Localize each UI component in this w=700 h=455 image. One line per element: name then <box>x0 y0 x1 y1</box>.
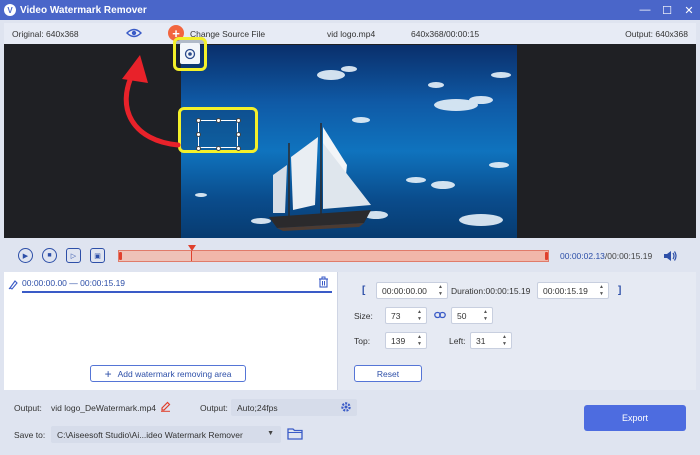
top-label: Top: <box>354 336 371 346</box>
left-value: 31 <box>476 335 486 346</box>
link-icon[interactable] <box>434 310 446 322</box>
height-field[interactable]: 50 ▲ ▼ <box>451 307 493 324</box>
start-time-value: 00:00:00.00 <box>382 285 427 296</box>
output-format-field[interactable]: Auto;24fps <box>231 399 357 416</box>
resize-handle[interactable] <box>236 118 241 123</box>
width-field[interactable]: 73 ▲ ▼ <box>385 307 427 324</box>
file-meta: 640x368/00:00:15 <box>411 28 480 39</box>
set-start-button[interactable]: [ <box>362 285 365 296</box>
stop-icon[interactable]: ■ <box>42 248 57 263</box>
output-format-value: Auto;24fps <box>237 402 278 413</box>
maximize-icon[interactable]: ☐ <box>656 0 678 20</box>
end-time-value: 00:00:15.19 <box>543 285 588 296</box>
start-time-field[interactable]: 00:00:00.00 ▲ ▼ <box>376 282 448 299</box>
output-label: Output: <box>14 403 42 413</box>
resize-handle[interactable] <box>216 118 221 123</box>
gear-icon[interactable] <box>340 401 352 415</box>
resize-handle[interactable] <box>216 146 221 151</box>
playback-controls: ▶ ■ ▷ ▣ 00:00:02.13/00:00:15.19 <box>4 240 696 272</box>
title-bar: V Video Watermark Remover — ☐ ✕ <box>0 0 700 20</box>
loop-icon[interactable]: ▣ <box>90 248 105 263</box>
save-path-value: C:\Aiseesoft Studio\Ai...ideo Watermark … <box>57 429 243 440</box>
brush-icon <box>8 279 19 292</box>
red-arrow-annotation <box>122 55 181 148</box>
stepper-icon[interactable]: ▲ ▼ <box>502 334 509 347</box>
timeline-track[interactable] <box>118 245 549 262</box>
save-path-select[interactable]: C:\Aiseesoft Studio\Ai...ideo Watermark … <box>51 426 281 443</box>
watermark-selection-box[interactable] <box>196 118 241 151</box>
play-icon[interactable]: ▶ <box>18 248 33 263</box>
width-value: 73 <box>391 310 401 321</box>
end-time-field[interactable]: 00:00:15.19 ▲ ▼ <box>537 282 609 299</box>
edit-icon[interactable] <box>160 401 171 414</box>
chevron-down-icon[interactable]: ▼ <box>267 430 274 437</box>
add-watermark-area-button[interactable]: + Add watermark removing area <box>90 365 246 382</box>
size-label: Size: <box>354 311 373 321</box>
list-item[interactable]: 00:00:00.00 — 00:00:15.19 <box>4 272 338 296</box>
end-handle[interactable] <box>545 252 548 260</box>
next-frame-icon[interactable]: ▷ <box>66 248 81 263</box>
resize-handle[interactable] <box>196 118 201 123</box>
resize-handle[interactable] <box>236 132 241 137</box>
add-area-label: Add watermark removing area <box>117 368 232 379</box>
current-time: 00:00:02.13 <box>560 251 605 261</box>
resize-handle[interactable] <box>196 132 201 137</box>
window-title: Video Watermark Remover <box>20 4 147 16</box>
set-end-button[interactable]: ] <box>618 285 621 296</box>
segment-list-panel: 00:00:00.00 — 00:00:15.19 + Add watermar… <box>4 272 338 390</box>
preview-info-bar: Original: 640x368 + Change Source File v… <box>4 23 696 44</box>
stepper-icon[interactable]: ▲ ▼ <box>599 284 606 297</box>
reset-button[interactable]: Reset <box>354 365 422 382</box>
start-handle[interactable] <box>119 252 122 260</box>
stepper-icon[interactable]: ▲ ▼ <box>417 334 424 347</box>
close-icon[interactable]: ✕ <box>678 0 700 20</box>
played-segment <box>119 251 191 261</box>
footer-bar: Output: vid logo_DeWatermark.mp4 Output:… <box>0 392 700 455</box>
duration-label: Duration:00:00:15.19 <box>451 286 531 296</box>
stepper-icon[interactable]: ▲ ▼ <box>438 284 445 297</box>
save-to-label: Save to: <box>14 430 46 440</box>
output-file-name: vid logo_DeWatermark.mp4 <box>51 403 157 413</box>
top-field[interactable]: 139 ▲ ▼ <box>385 332 427 349</box>
window-controls: — ☐ ✕ <box>634 0 700 20</box>
output-format-label: Output: <box>200 403 228 413</box>
export-button[interactable]: Export <box>584 405 686 431</box>
top-value: 139 <box>391 335 406 346</box>
file-name: vid logo.mp4 <box>327 28 376 39</box>
original-resolution: Original: 640x368 <box>12 28 79 39</box>
stepper-icon[interactable]: ▲ ▼ <box>417 309 424 322</box>
trash-icon[interactable] <box>318 276 329 290</box>
video-preview: Original: 640x368 + Change Source File v… <box>4 23 696 238</box>
eye-icon[interactable] <box>126 27 142 41</box>
plus-icon: + <box>104 366 112 381</box>
resize-handle[interactable] <box>236 146 241 151</box>
area-settings-panel: [ 00:00:00.00 ▲ ▼ Duration:00:00:15.19 00… <box>338 272 696 390</box>
playhead-line <box>191 251 192 261</box>
app-logo-icon: V <box>4 4 16 16</box>
segment-underline <box>22 291 332 293</box>
minimize-icon[interactable]: — <box>634 0 656 20</box>
playhead-marker[interactable] <box>188 245 196 251</box>
height-value: 50 <box>457 310 467 321</box>
segment-time-range: 00:00:00.00 — 00:00:15.19 <box>22 278 126 288</box>
time-readout: 00:00:02.13/00:00:15.19 <box>560 251 652 261</box>
folder-icon[interactable] <box>287 427 303 442</box>
total-time: /00:00:15.19 <box>604 251 653 261</box>
stepper-icon[interactable]: ▲ ▼ <box>483 309 490 322</box>
selection-area-highlight <box>178 107 258 153</box>
resize-handle[interactable] <box>196 146 201 151</box>
left-field[interactable]: 31 ▲ ▼ <box>470 332 512 349</box>
output-resolution: Output: 640x368 <box>625 28 688 39</box>
left-label: Left: <box>449 336 466 346</box>
volume-icon[interactable] <box>663 250 677 264</box>
